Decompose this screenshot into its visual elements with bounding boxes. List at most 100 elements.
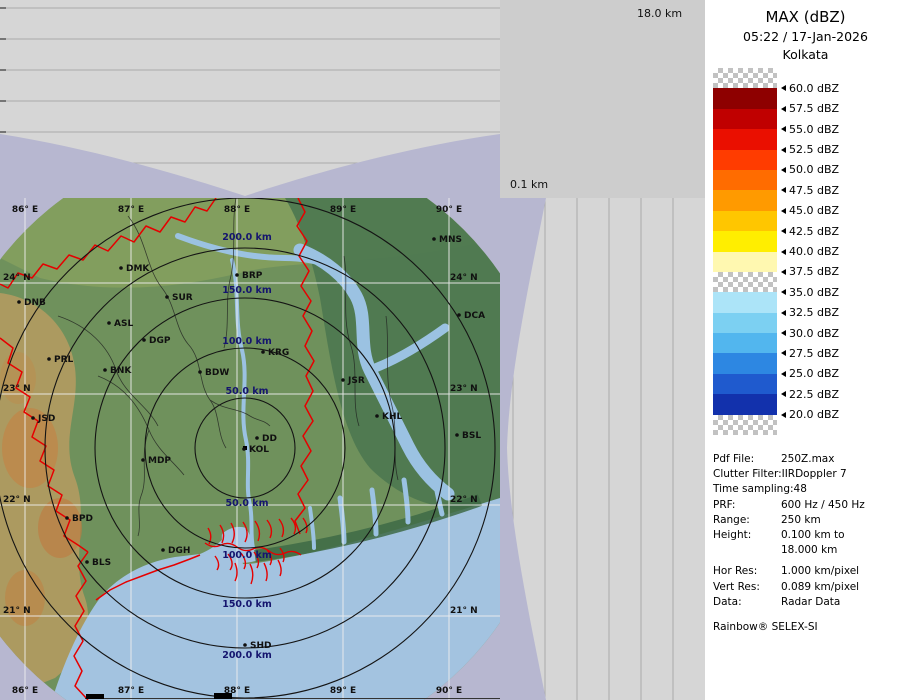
- longitude-label: 89° E: [330, 205, 356, 215]
- city-marker: [255, 436, 259, 440]
- city-label: PRL: [54, 355, 74, 365]
- colorbar-cell: [713, 353, 777, 373]
- range-ring-label: 150.0 km: [222, 599, 272, 610]
- longitude-label: 86° E: [12, 205, 38, 215]
- metadata-row: Vert Res:0.089 km/pixel: [713, 580, 903, 595]
- city-marker: [165, 295, 169, 299]
- longitude-label: 88° E: [224, 686, 250, 696]
- metadata-row: 18.000 km: [713, 543, 903, 558]
- city-marker: [141, 458, 145, 462]
- colorbar-tick: 27.5 dBZ: [781, 346, 839, 360]
- reflectivity-colorbar: [713, 68, 777, 435]
- latitude-label: 24° N: [450, 273, 478, 283]
- city-marker: [107, 321, 111, 325]
- city-marker: [65, 516, 69, 520]
- tick-value: 32.5 dBZ: [789, 306, 839, 319]
- city-label: SHD: [250, 641, 272, 651]
- metadata-value: 48: [794, 483, 807, 495]
- metadata-label: Clutter Filter:: [713, 467, 782, 482]
- city-label: DGH: [168, 546, 190, 556]
- metadata-label: PRF:: [713, 498, 781, 513]
- tick-arrow-icon: [781, 147, 786, 153]
- city-label: BRP: [242, 271, 263, 281]
- city-marker: [161, 548, 165, 552]
- city-label: JSR: [347, 376, 365, 386]
- city-label: KHL: [382, 412, 403, 422]
- range-ring-label: 50.0 km: [226, 386, 269, 397]
- city-marker: [85, 560, 89, 564]
- latitude-label: 21° N: [3, 606, 31, 616]
- colorbar-cell: [713, 333, 777, 353]
- tick-arrow-icon: [781, 167, 786, 173]
- tick-value: 20.0 dBZ: [789, 408, 839, 421]
- city-marker: [261, 350, 265, 354]
- range-ring-label: 50.0 km: [226, 498, 269, 509]
- product-title: MAX (dBZ): [705, 8, 906, 26]
- longitude-label: 89° E: [330, 686, 356, 696]
- product-metadata: Pdf File:250Z.maxClutter Filter:IIRDoppl…: [713, 452, 903, 635]
- colorbar-cell: [713, 170, 777, 190]
- tick-value: 45.0 dBZ: [789, 204, 839, 217]
- colorbar-tick: 47.5 dBZ: [781, 183, 839, 197]
- tick-arrow-icon: [781, 412, 786, 418]
- frame-tick: [86, 694, 104, 699]
- station-name: Kolkata: [705, 47, 906, 62]
- tick-arrow-icon: [781, 126, 786, 132]
- city-marker: [119, 266, 123, 270]
- colorbar-cell: [713, 292, 777, 312]
- legend-panel: MAX (dBZ) 05:22 / 17-Jan-2026 Kolkata 60…: [705, 0, 906, 700]
- tick-value: 50.0 dBZ: [789, 163, 839, 176]
- colorbar-tick: 52.5 dBZ: [781, 143, 839, 157]
- city-label: DCA: [464, 311, 485, 321]
- city-marker: [457, 313, 461, 317]
- city-marker: [17, 300, 21, 304]
- colorbar-cell: [713, 68, 777, 88]
- colorbar-cell: [713, 394, 777, 414]
- metadata-value: 18.000 km: [781, 544, 837, 556]
- city-marker: [341, 378, 345, 382]
- side-cross-section-panel: [500, 198, 705, 700]
- metadata-value: 0.100 km to: [781, 529, 845, 541]
- range-ring-label: 150.0 km: [222, 285, 272, 296]
- colorbar-tick: 55.0 dBZ: [781, 122, 839, 136]
- tick-arrow-icon: [781, 371, 786, 377]
- colorbar-tick: 42.5 dBZ: [781, 224, 839, 238]
- city-marker: [47, 357, 51, 361]
- tick-value: 42.5 dBZ: [789, 225, 839, 238]
- latitude-label: 23° N: [3, 384, 31, 394]
- city-label: BNK: [110, 366, 132, 376]
- city-marker: [142, 338, 146, 342]
- city-marker: [455, 433, 459, 437]
- city-marker: [235, 273, 239, 277]
- city-marker: [243, 643, 247, 647]
- city-label: KOL: [249, 445, 269, 455]
- latitude-label: 22° N: [450, 495, 478, 505]
- metadata-label: Time sampling:: [713, 482, 794, 497]
- range-ring-label: 100.0 km: [222, 550, 272, 561]
- tick-arrow-icon: [781, 330, 786, 336]
- longitude-label: 90° E: [436, 686, 462, 696]
- metadata-value: 250Z.max: [781, 453, 834, 465]
- city-marker: [103, 368, 107, 372]
- range-ring-label: 100.0 km: [222, 336, 272, 347]
- city-label: MDP: [148, 456, 171, 466]
- software-brand: Rainbow® SELEX-SI: [713, 620, 903, 635]
- city-label: DGP: [149, 336, 171, 346]
- colorbar-cell: [713, 313, 777, 333]
- product-timestamp: 05:22 / 17-Jan-2026: [705, 29, 906, 44]
- tick-value: 60.0 dBZ: [789, 82, 839, 95]
- metadata-label: Range:: [713, 513, 781, 528]
- colorbar-tick: 25.0 dBZ: [781, 367, 839, 381]
- metadata-label: Height:: [713, 528, 781, 543]
- metadata-value: 0.089 km/pixel: [781, 581, 859, 593]
- tick-value: 35.0 dBZ: [789, 286, 839, 299]
- city-label: BSL: [462, 431, 481, 441]
- tick-value: 25.0 dBZ: [789, 367, 839, 380]
- longitude-label: 88° E: [224, 205, 250, 215]
- city-marker: [375, 414, 379, 418]
- metadata-row: Height:0.100 km to: [713, 528, 903, 543]
- colorbar-cell: [713, 190, 777, 210]
- colorbar-tick: 57.5 dBZ: [781, 102, 839, 116]
- city-label: BDW: [205, 368, 229, 378]
- tick-arrow-icon: [781, 228, 786, 234]
